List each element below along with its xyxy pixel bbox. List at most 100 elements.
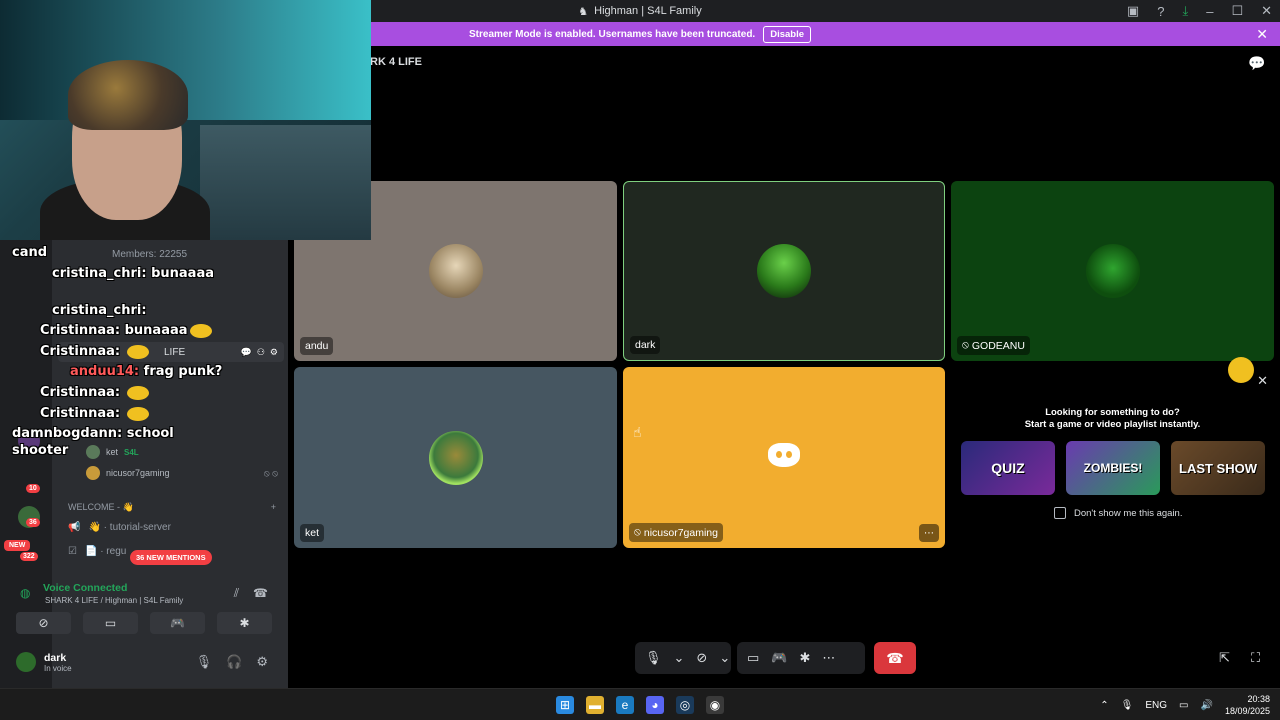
microphone-icon[interactable]: 🎙 [196, 654, 213, 670]
soundboard-icon[interactable]: ✱ [799, 650, 810, 666]
muted-icon: ⦸ ⦸ [263, 467, 278, 478]
audio-video-controls: 🎙 ⌄ ⊘ ⌄ [635, 642, 731, 674]
voice-status-title[interactable]: Voice Connected [43, 582, 127, 594]
streamer-message: Streamer Mode is enabled. Usernames have… [468, 28, 756, 40]
game-card[interactable]: QUIZ [961, 441, 1055, 495]
chat-message: cand [12, 245, 48, 260]
clock[interactable]: 20:38 18/09/2025 [1225, 693, 1270, 717]
file-explorer-icon[interactable]: ▬ [586, 696, 604, 714]
participant-tile[interactable]: ⦸ GODEANU [951, 181, 1274, 361]
chat-message: Cristinnaa: [40, 385, 149, 400]
user-panel: dark In voice 🎙 🎧 ⚙ [8, 644, 280, 680]
server-badge: 322 [20, 552, 38, 561]
system-tray: ⌃ 🎙 ENG ▭ 🔊 20:38 18/09/2025 [1100, 689, 1270, 720]
microphone-icon[interactable]: 🎙 [1121, 700, 1134, 711]
channel-item[interactable]: ☑ 📄 · regu [68, 546, 126, 557]
server-badge: 10 [26, 484, 40, 493]
steam-icon[interactable]: ◎ [676, 696, 694, 714]
discord-icon[interactable]: ◕ [646, 696, 664, 714]
rules-icon: ☑ [68, 546, 77, 557]
clock-date: 18/09/2025 [1224, 706, 1270, 716]
noise-suppression-icon[interactable]: ⫽ [234, 586, 239, 601]
category-header[interactable]: WELCOME - 👋 + [68, 502, 276, 513]
screen-share-icon[interactable]: ▭ [747, 650, 759, 666]
chat-message: shooter [12, 443, 69, 458]
discord-logo-icon [768, 443, 800, 467]
new-badge: NEW [4, 540, 31, 551]
voice-user[interactable]: ket S4L [86, 445, 278, 459]
activity-prompt: Looking for something to do? [1045, 407, 1180, 418]
checkbox[interactable] [1054, 507, 1066, 519]
more-icon[interactable]: ⋯ [822, 650, 835, 666]
close-window-button[interactable]: ✕ [1261, 3, 1272, 19]
disconnect-icon[interactable]: ☎ [253, 586, 268, 601]
maximize-button[interactable]: ☐ [1231, 3, 1243, 19]
edge-icon[interactable]: e [616, 696, 634, 714]
activity-button[interactable]: 🎮 [150, 612, 205, 634]
webcam-overlay [0, 0, 371, 240]
game-card[interactable]: LAST SHOW [1171, 441, 1265, 495]
chevron-down-icon[interactable]: ⌄ [674, 650, 685, 666]
clock-time: 20:38 [1247, 694, 1270, 704]
gear-icon[interactable]: ⚙ [270, 347, 278, 358]
add-user-icon[interactable]: ⚇ [257, 347, 265, 358]
activity-suggestion-panel: ✕ Looking for something to do? Start a g… [951, 357, 1274, 548]
mascot-icon [1228, 357, 1254, 383]
download-icon[interactable]: ⤓ [1182, 3, 1188, 19]
participant-tile[interactable]: dark [623, 181, 945, 361]
dont-show-label: Don't show me this again. [1074, 507, 1183, 519]
inbox-icon[interactable]: ▣ [1127, 3, 1139, 19]
participant-name: andu [300, 337, 334, 355]
add-channel-icon[interactable]: + [271, 502, 276, 513]
microphone-icon[interactable]: 🎙 [645, 650, 662, 666]
chat-message: Cristinnaa: [40, 406, 149, 421]
activity-subprompt: Start a game or video playlist instantly… [1024, 419, 1201, 430]
more-options-button[interactable]: ⋯ [919, 524, 939, 542]
participant-tile[interactable]: ⦸ nicusor7gaming ⋯ [623, 367, 945, 548]
avatar[interactable] [16, 652, 36, 672]
camera-off-icon[interactable]: ⊘ [696, 650, 707, 666]
new-mentions-badge[interactable]: 36 NEW MENTIONS [130, 550, 212, 565]
members-count: Members: 22255 [112, 249, 188, 260]
avatar [428, 244, 483, 298]
disable-streamer-button[interactable]: Disable [763, 25, 811, 43]
channel-name: 👋 · tutorial-server [88, 522, 171, 533]
participant-name: dark [630, 336, 661, 354]
voice-location[interactable]: SHARK 4 LIFE / Highman | S4L Family [45, 596, 183, 605]
obs-icon[interactable]: ◉ [706, 696, 724, 714]
discord-app-window: ♞ Highman | S4L Family ▣ ? ⤓ – ☐ ✕ Strea… [0, 0, 1280, 720]
help-icon[interactable]: ? [1157, 4, 1164, 19]
activity-icon[interactable]: 🎮 [771, 650, 787, 666]
participant-name: ⦸ nicusor7gaming [629, 523, 723, 542]
network-icon[interactable]: ▭ [1179, 700, 1188, 711]
gear-icon[interactable]: ⚙ [256, 654, 268, 670]
chat-message: anduu14: frag punk? [70, 364, 223, 379]
game-card[interactable]: ZOMBIES! [1066, 441, 1160, 495]
start-icon[interactable]: ⊞ [556, 696, 574, 714]
avatar [1085, 244, 1140, 298]
server-badge: 36 [26, 518, 40, 527]
channel-item[interactable]: 📢 👋 · tutorial-server [68, 522, 171, 533]
chevron-down-icon[interactable]: ⌄ [719, 650, 730, 666]
camera-button[interactable]: ⊘ [16, 612, 71, 634]
close-icon[interactable]: ✕ [1257, 373, 1268, 389]
signal-icon[interactable]: ◍ [20, 586, 30, 600]
soundboard-button[interactable]: ✱ [217, 612, 272, 634]
megaphone-icon: 📢 [68, 522, 81, 533]
language-indicator[interactable]: ENG [1145, 700, 1167, 711]
minimize-button[interactable]: – [1206, 4, 1213, 19]
fullscreen-icon[interactable]: ⛶ [1251, 650, 1260, 666]
hang-up-button[interactable]: ☎ [874, 642, 916, 674]
chevron-up-icon[interactable]: ⌃ [1100, 700, 1108, 711]
user-tag: S4L [124, 447, 139, 457]
screen-share-button[interactable]: ▭ [83, 612, 138, 634]
chat-toggle-icon[interactable]: 💬 [1248, 55, 1265, 72]
participant-tile[interactable]: ket [294, 367, 617, 548]
pop-out-icon[interactable]: ⇱ [1219, 650, 1230, 666]
close-banner-icon[interactable]: ✕ [1256, 26, 1268, 43]
dont-show-again[interactable]: Don't show me this again. [1054, 507, 1182, 519]
volume-icon[interactable]: 🔊 [1201, 700, 1213, 711]
headphones-icon[interactable]: 🎧 [226, 654, 242, 670]
chat-icon[interactable]: 💬 [241, 347, 252, 358]
voice-user[interactable]: nicusor7gaming ⦸ ⦸ [86, 466, 278, 480]
